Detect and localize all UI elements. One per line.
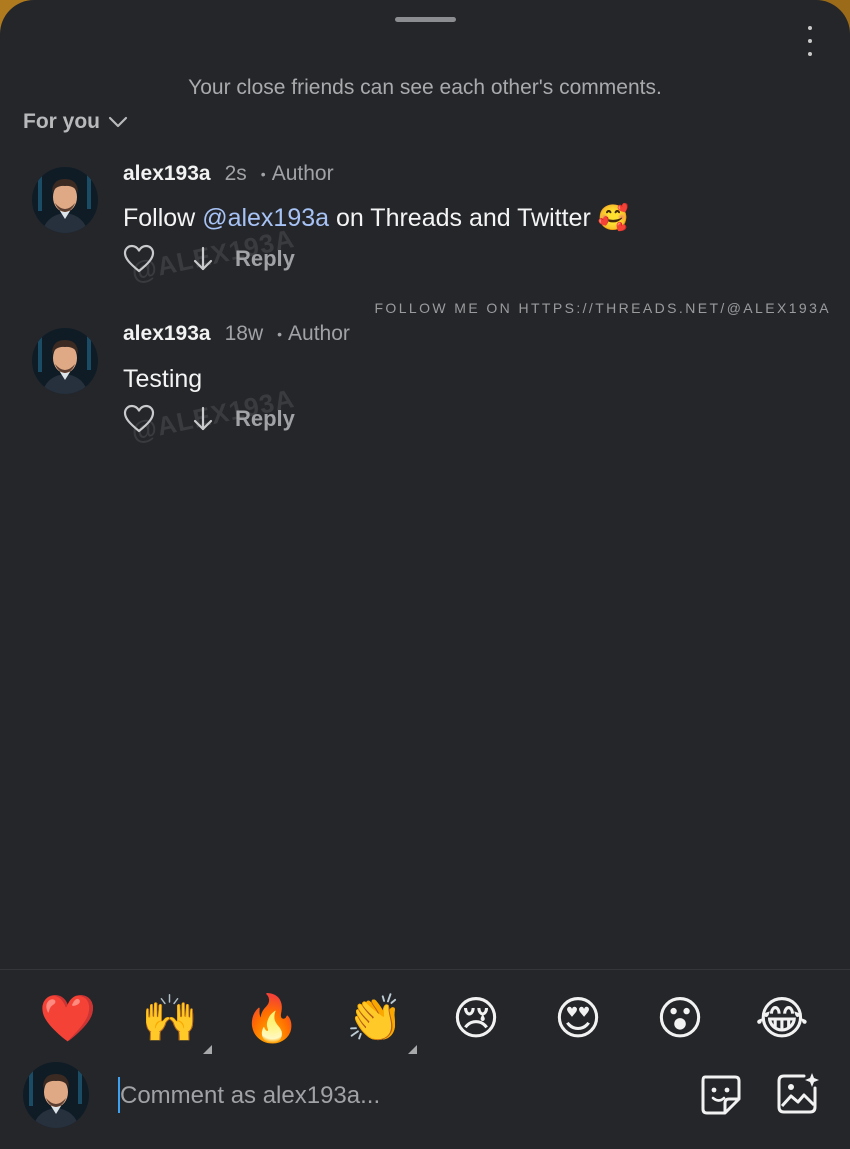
comment-time: 2s <box>224 162 247 185</box>
author-badge: Author <box>271 162 334 185</box>
avatar[interactable] <box>32 328 98 394</box>
more-options-icon[interactable] <box>798 26 822 56</box>
comment-composer <box>0 1060 850 1130</box>
reaction-clapping[interactable]: 👏 <box>345 988 417 1054</box>
comment-text-suffix: on Threads and Twitter 🥰 <box>329 204 629 232</box>
sort-dropdown[interactable]: For you <box>23 108 128 136</box>
avatar-portrait <box>23 1062 89 1128</box>
avatar[interactable] <box>32 167 98 233</box>
follow-banner: FOLLOW ME ON HTTPS://THREADS.NET/@ALEX19… <box>374 300 831 316</box>
separator-dot: • <box>277 326 283 342</box>
comment-text-prefix: Follow <box>123 204 203 232</box>
comment-time: 18w <box>224 322 264 345</box>
reaction-heart-eyes[interactable]: 😍 <box>548 988 608 1048</box>
divider <box>0 969 850 970</box>
drag-handle[interactable] <box>395 17 456 22</box>
reaction-raised-hands[interactable]: 🙌 <box>140 988 212 1054</box>
comment-input[interactable] <box>118 1078 662 1114</box>
reaction-raised-hands-glyph: 🙌 <box>141 991 199 1045</box>
comment-text: Follow @alex193a on Threads and Twitter … <box>123 204 629 233</box>
sticker-icon[interactable] <box>697 1071 743 1117</box>
reaction-fire[interactable]: 🔥 <box>242 988 302 1048</box>
avatar-portrait <box>32 167 98 233</box>
reaction-surprised[interactable]: 😮 <box>650 988 710 1048</box>
reaction-crying[interactable]: 😢 <box>446 988 506 1048</box>
quick-reactions-bar: ❤️ 🙌 🔥 👏 😢 😍 😮 😂 <box>0 988 850 1054</box>
comments-sheet: Your close friends can see each other's … <box>0 0 850 1149</box>
comment-username[interactable]: alex193a <box>123 322 211 346</box>
skin-tone-indicator-icon <box>408 1045 417 1054</box>
sort-label: For you <box>23 110 100 133</box>
comment-username[interactable]: alex193a <box>123 162 211 186</box>
separator-dot: • <box>260 166 266 182</box>
reaction-heart[interactable]: ❤️ <box>38 988 98 1048</box>
chevron-down-icon <box>108 116 128 128</box>
reaction-clapping-glyph: 👏 <box>346 991 404 1045</box>
reaction-laughing[interactable]: 😂 <box>752 988 812 1048</box>
composer-avatar <box>23 1062 89 1128</box>
gallery-sparkle-icon[interactable] <box>774 1071 820 1117</box>
comment-text: Testing <box>123 365 203 393</box>
close-friends-notice: Your close friends can see each other's … <box>188 76 662 99</box>
author-badge: Author <box>288 322 350 345</box>
skin-tone-indicator-icon <box>203 1045 212 1054</box>
text-caret <box>118 1077 120 1113</box>
avatar-portrait <box>32 328 98 394</box>
